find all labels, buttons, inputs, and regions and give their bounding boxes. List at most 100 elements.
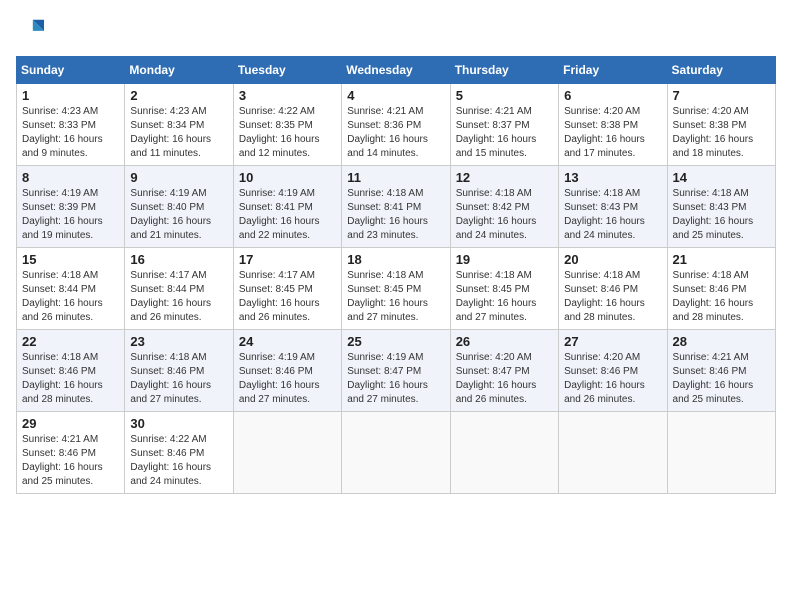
- day-info: Sunrise: 4:18 AM Sunset: 8:43 PM Dayligh…: [564, 187, 661, 243]
- calendar-cell: 27 Sunrise: 4:20 AM Sunset: 8:46 PM Dayl…: [559, 330, 667, 412]
- day-number: 5: [456, 88, 553, 103]
- calendar-week-row: 29 Sunrise: 4:21 AM Sunset: 8:46 PM Dayl…: [17, 412, 776, 494]
- day-info: Sunrise: 4:18 AM Sunset: 8:45 PM Dayligh…: [347, 269, 444, 325]
- day-info: Sunrise: 4:18 AM Sunset: 8:46 PM Dayligh…: [22, 351, 119, 407]
- day-number: 28: [673, 334, 770, 349]
- calendar-cell: 29 Sunrise: 4:21 AM Sunset: 8:46 PM Dayl…: [17, 412, 125, 494]
- calendar-cell: 28 Sunrise: 4:21 AM Sunset: 8:46 PM Dayl…: [667, 330, 775, 412]
- day-info: Sunrise: 4:19 AM Sunset: 8:46 PM Dayligh…: [239, 351, 336, 407]
- column-header-sunday: Sunday: [17, 57, 125, 84]
- day-number: 22: [22, 334, 119, 349]
- calendar-cell: [667, 412, 775, 494]
- day-number: 12: [456, 170, 553, 185]
- page-header: [16, 16, 776, 44]
- calendar-cell: 11 Sunrise: 4:18 AM Sunset: 8:41 PM Dayl…: [342, 166, 450, 248]
- day-info: Sunrise: 4:18 AM Sunset: 8:46 PM Dayligh…: [673, 269, 770, 325]
- day-info: Sunrise: 4:18 AM Sunset: 8:46 PM Dayligh…: [130, 351, 227, 407]
- day-info: Sunrise: 4:18 AM Sunset: 8:42 PM Dayligh…: [456, 187, 553, 243]
- day-info: Sunrise: 4:19 AM Sunset: 8:41 PM Dayligh…: [239, 187, 336, 243]
- calendar-cell: 20 Sunrise: 4:18 AM Sunset: 8:46 PM Dayl…: [559, 248, 667, 330]
- day-number: 3: [239, 88, 336, 103]
- day-number: 4: [347, 88, 444, 103]
- calendar-cell: 15 Sunrise: 4:18 AM Sunset: 8:44 PM Dayl…: [17, 248, 125, 330]
- logo: [16, 16, 48, 44]
- calendar-cell: 19 Sunrise: 4:18 AM Sunset: 8:45 PM Dayl…: [450, 248, 558, 330]
- calendar-cell: [450, 412, 558, 494]
- calendar-table: SundayMondayTuesdayWednesdayThursdayFrid…: [16, 56, 776, 494]
- calendar-cell: 21 Sunrise: 4:18 AM Sunset: 8:46 PM Dayl…: [667, 248, 775, 330]
- calendar-cell: 10 Sunrise: 4:19 AM Sunset: 8:41 PM Dayl…: [233, 166, 341, 248]
- day-info: Sunrise: 4:18 AM Sunset: 8:41 PM Dayligh…: [347, 187, 444, 243]
- calendar-cell: 17 Sunrise: 4:17 AM Sunset: 8:45 PM Dayl…: [233, 248, 341, 330]
- calendar-cell: [559, 412, 667, 494]
- day-info: Sunrise: 4:18 AM Sunset: 8:44 PM Dayligh…: [22, 269, 119, 325]
- day-info: Sunrise: 4:18 AM Sunset: 8:43 PM Dayligh…: [673, 187, 770, 243]
- day-info: Sunrise: 4:21 AM Sunset: 8:46 PM Dayligh…: [673, 351, 770, 407]
- day-info: Sunrise: 4:21 AM Sunset: 8:46 PM Dayligh…: [22, 433, 119, 489]
- calendar-week-row: 8 Sunrise: 4:19 AM Sunset: 8:39 PM Dayli…: [17, 166, 776, 248]
- calendar-cell: [233, 412, 341, 494]
- calendar-header-row: SundayMondayTuesdayWednesdayThursdayFrid…: [17, 57, 776, 84]
- day-number: 20: [564, 252, 661, 267]
- day-number: 6: [564, 88, 661, 103]
- day-info: Sunrise: 4:20 AM Sunset: 8:46 PM Dayligh…: [564, 351, 661, 407]
- day-number: 18: [347, 252, 444, 267]
- day-number: 11: [347, 170, 444, 185]
- day-number: 19: [456, 252, 553, 267]
- day-number: 8: [22, 170, 119, 185]
- calendar-cell: 13 Sunrise: 4:18 AM Sunset: 8:43 PM Dayl…: [559, 166, 667, 248]
- day-number: 23: [130, 334, 227, 349]
- day-info: Sunrise: 4:21 AM Sunset: 8:36 PM Dayligh…: [347, 105, 444, 161]
- column-header-tuesday: Tuesday: [233, 57, 341, 84]
- calendar-cell: 3 Sunrise: 4:22 AM Sunset: 8:35 PM Dayli…: [233, 84, 341, 166]
- day-number: 25: [347, 334, 444, 349]
- day-number: 7: [673, 88, 770, 103]
- day-number: 13: [564, 170, 661, 185]
- day-number: 24: [239, 334, 336, 349]
- day-info: Sunrise: 4:22 AM Sunset: 8:46 PM Dayligh…: [130, 433, 227, 489]
- day-number: 26: [456, 334, 553, 349]
- day-info: Sunrise: 4:17 AM Sunset: 8:44 PM Dayligh…: [130, 269, 227, 325]
- calendar-cell: 30 Sunrise: 4:22 AM Sunset: 8:46 PM Dayl…: [125, 412, 233, 494]
- logo-icon: [16, 16, 44, 44]
- day-number: 29: [22, 416, 119, 431]
- day-number: 17: [239, 252, 336, 267]
- day-number: 2: [130, 88, 227, 103]
- calendar-week-row: 15 Sunrise: 4:18 AM Sunset: 8:44 PM Dayl…: [17, 248, 776, 330]
- day-info: Sunrise: 4:18 AM Sunset: 8:45 PM Dayligh…: [456, 269, 553, 325]
- day-number: 10: [239, 170, 336, 185]
- day-number: 16: [130, 252, 227, 267]
- calendar-cell: 25 Sunrise: 4:19 AM Sunset: 8:47 PM Dayl…: [342, 330, 450, 412]
- day-info: Sunrise: 4:23 AM Sunset: 8:33 PM Dayligh…: [22, 105, 119, 161]
- calendar-cell: 5 Sunrise: 4:21 AM Sunset: 8:37 PM Dayli…: [450, 84, 558, 166]
- column-header-monday: Monday: [125, 57, 233, 84]
- day-info: Sunrise: 4:19 AM Sunset: 8:47 PM Dayligh…: [347, 351, 444, 407]
- day-info: Sunrise: 4:19 AM Sunset: 8:40 PM Dayligh…: [130, 187, 227, 243]
- calendar-cell: 1 Sunrise: 4:23 AM Sunset: 8:33 PM Dayli…: [17, 84, 125, 166]
- calendar-cell: 8 Sunrise: 4:19 AM Sunset: 8:39 PM Dayli…: [17, 166, 125, 248]
- calendar-cell: 23 Sunrise: 4:18 AM Sunset: 8:46 PM Dayl…: [125, 330, 233, 412]
- calendar-cell: 2 Sunrise: 4:23 AM Sunset: 8:34 PM Dayli…: [125, 84, 233, 166]
- day-number: 21: [673, 252, 770, 267]
- day-info: Sunrise: 4:22 AM Sunset: 8:35 PM Dayligh…: [239, 105, 336, 161]
- calendar-cell: 16 Sunrise: 4:17 AM Sunset: 8:44 PM Dayl…: [125, 248, 233, 330]
- day-info: Sunrise: 4:20 AM Sunset: 8:38 PM Dayligh…: [673, 105, 770, 161]
- calendar-cell: 7 Sunrise: 4:20 AM Sunset: 8:38 PM Dayli…: [667, 84, 775, 166]
- column-header-friday: Friday: [559, 57, 667, 84]
- day-info: Sunrise: 4:20 AM Sunset: 8:38 PM Dayligh…: [564, 105, 661, 161]
- day-info: Sunrise: 4:17 AM Sunset: 8:45 PM Dayligh…: [239, 269, 336, 325]
- calendar-cell: 14 Sunrise: 4:18 AM Sunset: 8:43 PM Dayl…: [667, 166, 775, 248]
- calendar-cell: 18 Sunrise: 4:18 AM Sunset: 8:45 PM Dayl…: [342, 248, 450, 330]
- day-info: Sunrise: 4:21 AM Sunset: 8:37 PM Dayligh…: [456, 105, 553, 161]
- column-header-saturday: Saturday: [667, 57, 775, 84]
- calendar-cell: 4 Sunrise: 4:21 AM Sunset: 8:36 PM Dayli…: [342, 84, 450, 166]
- day-info: Sunrise: 4:18 AM Sunset: 8:46 PM Dayligh…: [564, 269, 661, 325]
- calendar-cell: 9 Sunrise: 4:19 AM Sunset: 8:40 PM Dayli…: [125, 166, 233, 248]
- day-info: Sunrise: 4:19 AM Sunset: 8:39 PM Dayligh…: [22, 187, 119, 243]
- calendar-week-row: 1 Sunrise: 4:23 AM Sunset: 8:33 PM Dayli…: [17, 84, 776, 166]
- day-number: 15: [22, 252, 119, 267]
- day-number: 30: [130, 416, 227, 431]
- calendar-cell: [342, 412, 450, 494]
- day-number: 14: [673, 170, 770, 185]
- day-number: 27: [564, 334, 661, 349]
